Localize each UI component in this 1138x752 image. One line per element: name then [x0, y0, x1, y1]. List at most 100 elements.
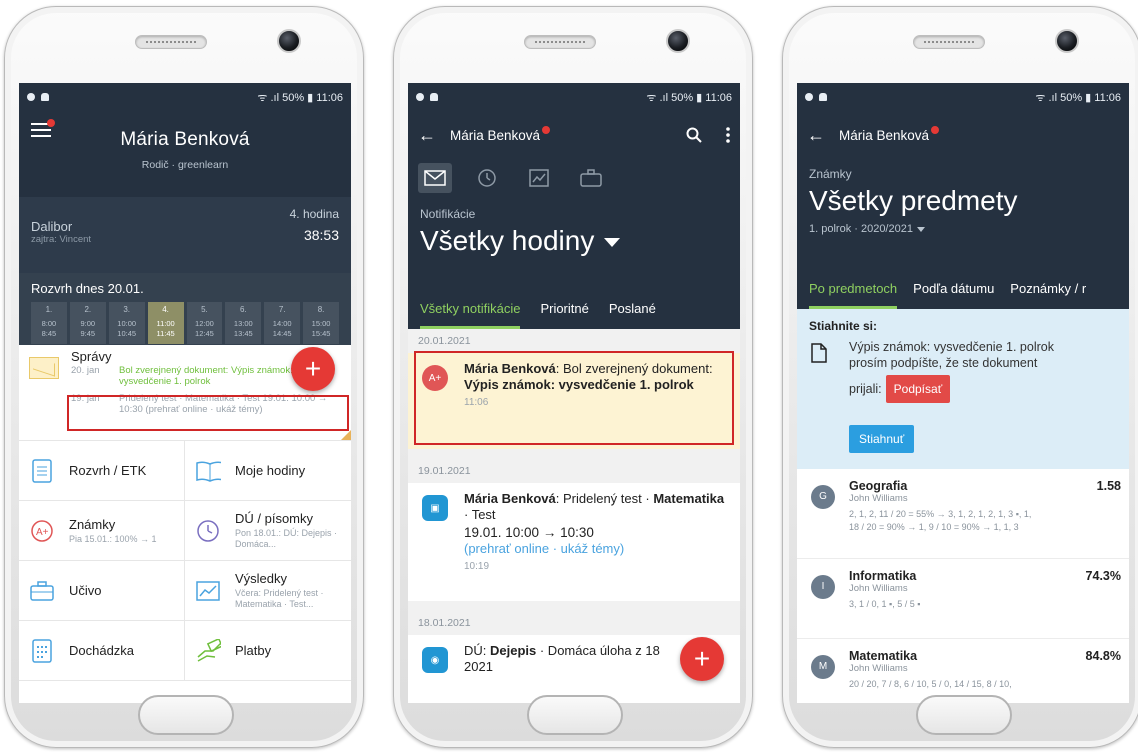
notification-bell-icon [430, 93, 438, 101]
chart-icon [195, 578, 221, 604]
tile-homework[interactable]: DÚ / písomky Pon 18.01.: DÚ: Dejepis · Do… [185, 501, 351, 561]
tile-attendance[interactable]: Dochádzka [19, 621, 185, 681]
menu-icon[interactable] [31, 119, 55, 139]
envelope-icon [29, 357, 59, 379]
subject-teacher: John Williams [849, 663, 908, 674]
subject-name: Informatika [849, 569, 917, 583]
add-fab-button[interactable]: + [291, 347, 335, 391]
location-icon [805, 93, 813, 101]
schedule-period[interactable]: 3. 10:00 10:45 [108, 302, 145, 344]
download-title: Stiahnite si: [809, 319, 878, 333]
tab-curriculum[interactable] [574, 163, 608, 193]
schedule-period-current[interactable]: 4. 11:00 11:45 [147, 302, 184, 344]
lesson-hour: 4. hodina [289, 207, 339, 221]
tile-grades[interactable]: A+ Známky Pia 15.01.: 100% → 1 [19, 501, 185, 561]
subject-row[interactable]: M Matematika John Williams 20 / 20, 7 / … [797, 639, 1129, 703]
tile-sub: Pia 15.01.: 100% → 1 [69, 533, 157, 544]
today-schedule: Rozvrh dnes 20.01. 1. 8:00 8:45 2. 9:00 9:45… [19, 273, 351, 345]
timetable-icon [29, 458, 55, 484]
tab-homework[interactable] [470, 163, 504, 193]
day-separator: 20.01.2021 [408, 329, 740, 353]
notification-bell-icon [819, 93, 827, 101]
subject-teacher: John Williams [849, 493, 908, 504]
home-button[interactable] [527, 695, 623, 735]
tile-sub: Včera: Pridelený test · Matematika · Tes… [235, 588, 324, 609]
payment-hand-icon [195, 638, 221, 664]
tab-priority[interactable]: Prioritné [540, 289, 588, 329]
phone-frame-grades: ᯤ .ıl 50% ▮ 11:06 ← Mária Benková Známky… [782, 6, 1138, 748]
tab-by-subject[interactable]: Po predmetoch [809, 269, 898, 309]
user-role: Rodič · greenlearn [141, 159, 229, 171]
mail-icon [424, 170, 446, 186]
notification-item[interactable]: ▣ Mária Benková: Pridelený test · Matema… [408, 483, 740, 601]
subject-row[interactable]: I Informatika John Williams 3, 1 / 0, 1 … [797, 559, 1129, 639]
home-button[interactable] [916, 695, 1012, 735]
filter-value: Všetky hodiny [420, 225, 595, 256]
tab-all-notifications[interactable]: Všetky notifikácie [420, 289, 521, 329]
tab-results[interactable] [522, 163, 556, 193]
schedule-period[interactable]: 5. 12:00 12:45 [186, 302, 223, 344]
subject-grades: 2, 1, 2, 11 / 20 = 55% → 3, 1, 2, 1, 2, … [849, 509, 1032, 532]
tile-label: Rozvrh / ETK [69, 463, 147, 478]
tab-messages[interactable] [418, 163, 452, 193]
home-button[interactable] [138, 695, 234, 735]
subject-avatar: M [811, 655, 835, 679]
tile-label: DÚ / písomky [235, 511, 314, 526]
user-name: Mária Benková [839, 127, 930, 143]
clock-icon [478, 169, 496, 187]
screen-dashboard: ᯤ .ıl 50% ▮ 11:06 Mária Benková Rodič · … [19, 83, 351, 703]
tab-by-date[interactable]: Podľa dátumu [913, 269, 994, 309]
notifications-header: Notifikácie Všetky hodiny [408, 197, 740, 289]
period-dropdown[interactable]: 1. polrok · 2020/2021 [809, 223, 1117, 235]
subject-row[interactable]: G Geografia John Williams 2, 1, 2, 11 / … [797, 469, 1129, 559]
document-icon [811, 343, 827, 368]
phone-frame-notifications: ᯤ .ıl 50% ▮ 11:06 ← Mária Benková Notifi… [393, 6, 753, 748]
schedule-period[interactable]: 1. 8:00 8:45 [31, 302, 67, 344]
unread-dot-icon [931, 126, 940, 134]
tile-payments[interactable]: Platby [185, 621, 351, 681]
back-arrow-icon[interactable]: ← [418, 125, 436, 146]
add-fab-button[interactable]: + [680, 637, 724, 681]
subject-average: 74.3% [1085, 569, 1121, 583]
tile-label: Platby [235, 643, 272, 658]
tile-timetable[interactable]: Rozvrh / ETK [19, 441, 185, 501]
current-lesson-card[interactable]: Dalibor zajtra: Vincent 4. hodina 38:53 [19, 197, 351, 273]
unread-dot-icon [47, 119, 55, 127]
tile-label: Učivo [69, 583, 102, 598]
schedule-period[interactable]: 7. 14:00 14:45 [264, 302, 301, 344]
status-right: ᯤ .ıl 50% ▮ 11:06 [1035, 91, 1121, 104]
tile-label: Dochádzka [69, 643, 135, 658]
app-bar: ← Mária Benková [408, 111, 740, 159]
speaker-grille [135, 35, 207, 49]
download-button[interactable]: Stiahnuť [849, 425, 915, 453]
schedule-period[interactable]: 6. 13:00 13:45 [225, 302, 262, 344]
filter-dropdown[interactable]: Všetky hodiny [420, 225, 728, 257]
highlight-frame [414, 351, 734, 445]
schedule-period[interactable]: 2. 9:00 9:45 [69, 302, 106, 344]
tile-my-lessons[interactable]: Moje hodiny [185, 441, 351, 501]
subject-name: Geografia [849, 479, 908, 493]
phone-frame-dashboard: ᯤ .ıl 50% ▮ 11:06 Mária Benková Rodič · … [4, 6, 364, 748]
speaker-grille [913, 35, 985, 49]
notification-time: 10:19 [464, 561, 490, 572]
screen-grades: ᯤ .ıl 50% ▮ 11:06 ← Mária Benková Známky… [797, 83, 1129, 703]
briefcase-icon [29, 578, 55, 604]
subject-grades: 3, 1 / 0, 1 ▪, 5 / 5 ▪ [849, 599, 921, 609]
tab-sent[interactable]: Poslané [609, 289, 656, 329]
back-arrow-icon[interactable]: ← [807, 125, 825, 146]
grades-tabs: Po predmetoch Podľa dátumu Poznámky / r [797, 269, 1129, 309]
tile-results[interactable]: Výsledky Včera: Pridelený test · Matemati… [185, 561, 351, 621]
status-bar: ᯤ .ıl 50% ▮ 11:06 [797, 83, 1129, 111]
front-camera [1055, 29, 1079, 53]
sign-button[interactable]: Podpísať [885, 375, 951, 403]
notification-tabs: Všetky notifikácie Prioritné Poslané [408, 289, 740, 329]
lesson-timer: 38:53 [303, 227, 339, 243]
tab-notes[interactable]: Poznámky / r [1010, 269, 1086, 309]
notification-text: Mária Benková: Pridelený test · Matemati… [464, 491, 725, 522]
subject-list: G Geografia John Williams 2, 1, 2, 11 / … [797, 469, 1129, 703]
notification-link[interactable]: (prehrať online · ukáž témy) [464, 541, 730, 557]
schedule-period[interactable]: 8. 15:00 15:45 [303, 302, 339, 344]
search-icon[interactable] [686, 127, 702, 143]
more-vert-icon[interactable] [726, 127, 730, 143]
tile-curriculum[interactable]: Učivo [19, 561, 185, 621]
